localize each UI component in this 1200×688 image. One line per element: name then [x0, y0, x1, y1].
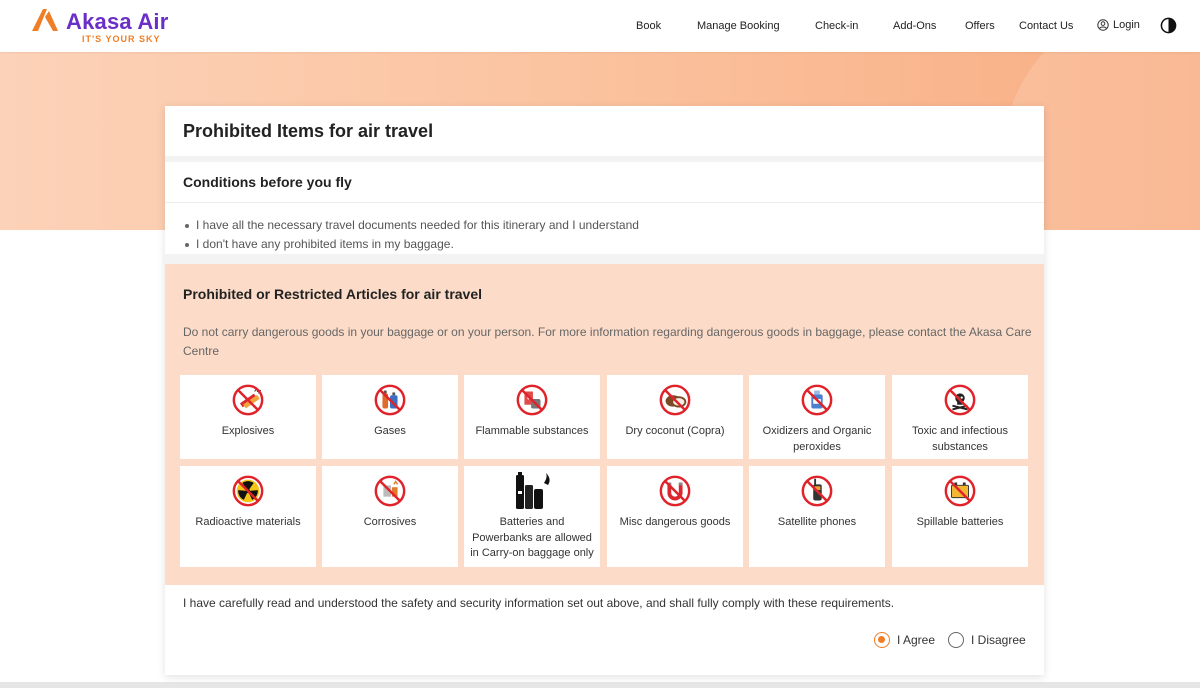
item-label: Gases [374, 425, 406, 437]
item-explosives: Explosives [180, 375, 316, 459]
disagree-radio-option[interactable]: I Disagree [948, 632, 1026, 648]
item-label: Batteries and Powerbanks are allowed in … [470, 516, 594, 559]
theme-toggle-icon[interactable] [1160, 17, 1177, 34]
item-label: Toxic and infectious substances [912, 425, 1008, 453]
akasa-logo[interactable]: Akasa Air IT'S YOUR SKY [30, 6, 180, 46]
login-button[interactable]: Login [1097, 19, 1140, 31]
nav-book[interactable]: Book [636, 20, 661, 32]
radioactive-icon [232, 475, 264, 507]
gases-icon [374, 384, 406, 416]
item-label: Oxidizers and Organic peroxides [762, 425, 872, 453]
nav-add-ons[interactable]: Add-Ons [893, 20, 936, 32]
restricted-heading: Prohibited or Restricted Articles for ai… [183, 286, 483, 302]
item-gases: Gases [322, 375, 458, 459]
item-batteries: Batteries and Powerbanks are allowed in … [464, 466, 600, 567]
disagree-radio[interactable] [948, 632, 964, 648]
explosives-icon [232, 384, 264, 416]
disagree-label: I Disagree [971, 633, 1026, 647]
section-divider [165, 156, 1044, 162]
page-bottom-strip [0, 682, 1200, 688]
item-oxidizers: Oxidizers and Organic peroxides [749, 375, 885, 459]
item-flammable: Flammable substances [464, 375, 600, 459]
coconut-icon [659, 384, 691, 416]
conditions-heading: Conditions before you fly [183, 174, 352, 190]
prohibited-items-card: Prohibited Items for air travel Conditio… [165, 106, 1044, 675]
section-divider [165, 254, 1044, 264]
item-spillable-batteries: Spillable batteries [892, 466, 1028, 567]
brand-tagline: IT'S YOUR SKY [82, 34, 161, 44]
item-label: Satellite phones [777, 516, 857, 528]
toxic-icon [944, 384, 976, 416]
agree-radio[interactable] [874, 632, 890, 648]
user-circle-icon [1097, 19, 1109, 31]
nav-offers[interactable]: Offers [965, 20, 995, 32]
restricted-description: Do not carry dangerous goods in your bag… [183, 325, 1032, 358]
item-label: Explosives [221, 425, 275, 437]
item-label: Misc dangerous goods [619, 516, 731, 528]
item-coconut: Dry coconut (Copra) [607, 375, 743, 459]
nav-check-in[interactable]: Check-in [815, 20, 858, 32]
agreement-statement: I have carefully read and understood the… [183, 596, 895, 610]
agree-label: I Agree [897, 633, 936, 647]
conditions-list: I have all the necessary travel document… [185, 216, 639, 254]
section-divider [165, 202, 1044, 203]
corrosives-icon [374, 475, 406, 507]
condition-item: I don't have any prohibited items in my … [185, 235, 639, 254]
nav-contact-us[interactable]: Contact Us [1019, 20, 1073, 32]
akasa-logo-mark-icon [32, 9, 58, 31]
condition-item: I have all the necessary travel document… [185, 216, 639, 235]
agree-radio-option[interactable]: I Agree [874, 632, 935, 648]
item-satellite-phones: Satellite phones [749, 466, 885, 567]
item-toxic: Toxic and infectious substances [892, 375, 1028, 459]
item-label: Dry coconut (Copra) [625, 425, 725, 437]
restricted-articles-panel: Prohibited or Restricted Articles for ai… [165, 264, 1044, 585]
oxidizers-icon [801, 384, 833, 416]
item-radioactive: Radioactive materials [180, 466, 316, 567]
item-label: Flammable substances [475, 425, 589, 437]
brand-name: Akasa Air [66, 9, 169, 34]
item-label: Corrosives [363, 516, 417, 528]
item-misc-dangerous: Misc dangerous goods [607, 466, 743, 567]
page-title: Prohibited Items for air travel [183, 121, 434, 141]
item-label: Radioactive materials [195, 516, 301, 528]
flammable-icon [516, 384, 548, 416]
login-label: Login [1113, 19, 1140, 31]
magnet-icon [659, 475, 691, 507]
nav-manage-booking[interactable]: Manage Booking [697, 20, 780, 32]
item-corrosives: Corrosives [322, 466, 458, 567]
satellite-phone-icon [801, 475, 833, 507]
item-label: Spillable batteries [916, 516, 1004, 528]
batteries-icon [516, 472, 550, 509]
spillable-battery-icon [944, 475, 976, 507]
site-header: Akasa Air IT'S YOUR SKY Book Manage Book… [0, 0, 1200, 52]
